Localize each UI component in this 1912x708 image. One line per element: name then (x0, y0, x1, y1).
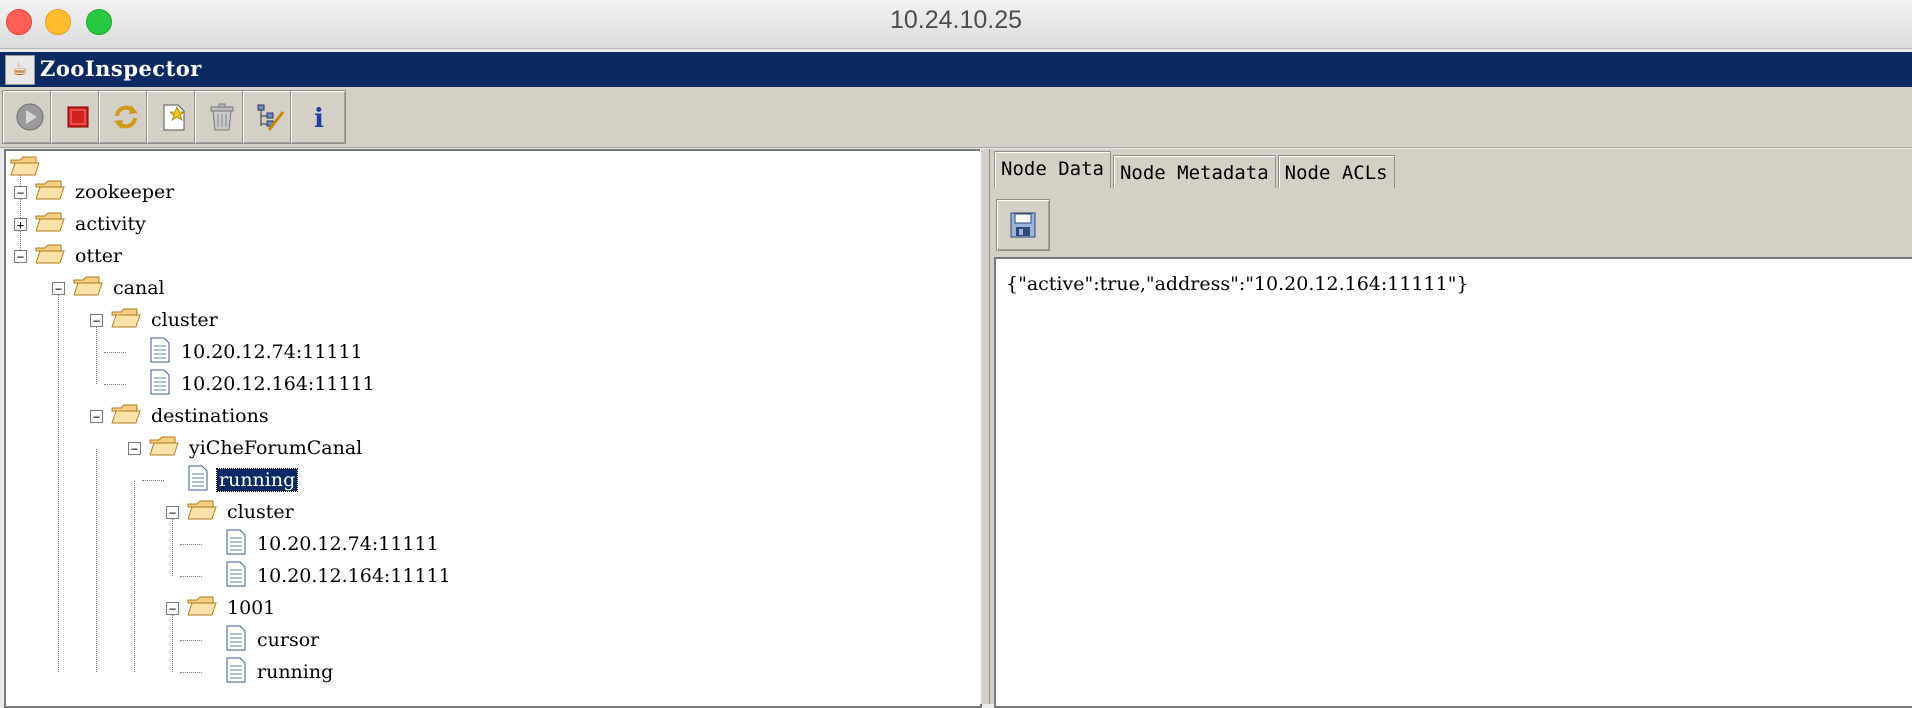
tree-folder-node[interactable]: + activity (14, 209, 148, 239)
tree-node-label: zookeeper (75, 181, 175, 203)
svg-text:i: i (314, 104, 324, 132)
tree-node-label: cluster (151, 309, 218, 331)
tree-folder-node[interactable]: − otter (14, 241, 124, 271)
tree-leaf-node[interactable]: 10.20.12.164:11111 (225, 561, 453, 591)
app-title: ZooInspector (40, 56, 202, 81)
document-icon (225, 561, 247, 591)
document-icon (225, 529, 247, 559)
folder-open-icon (111, 403, 141, 429)
node-data-editor[interactable]: {"active":true,"address":"10.20.12.164:1… (994, 257, 1912, 708)
tree-node-label: otter (75, 245, 123, 267)
expand-icon[interactable]: + (14, 217, 27, 231)
collapse-icon[interactable]: − (166, 505, 179, 519)
folder-open-icon (187, 595, 217, 621)
tree-connector (180, 544, 202, 545)
connect-icon (16, 103, 44, 131)
tree-node-label: 1001 (227, 597, 276, 619)
tree-leaf-node[interactable]: 10.20.12.164:11111 (149, 369, 377, 399)
node-viewer-tabs: Node Data Node Metadata Node ACLs (994, 151, 1397, 189)
tree-connector (180, 576, 202, 577)
folder-open-icon (35, 179, 65, 205)
tree-guide-line (96, 449, 97, 672)
tree-connector (104, 352, 126, 353)
tree-connector (104, 384, 126, 385)
tree-leaf-node[interactable]: running (187, 465, 299, 495)
folder-open-icon (73, 275, 103, 301)
tree-connector (142, 480, 164, 481)
tree-connector (180, 640, 202, 641)
tree-folder-node[interactable]: − zookeeper (14, 177, 176, 207)
window-title: 10.24.10.25 (889, 6, 1023, 34)
tree-leaf-node[interactable]: 10.20.12.74:11111 (225, 529, 441, 559)
tab-node-metadata[interactable]: Node Metadata (1112, 155, 1276, 188)
add-node-icon (163, 104, 186, 131)
refresh-icon (114, 105, 138, 129)
tab-node-data[interactable]: Node Data (994, 151, 1111, 188)
tree-node-label: 10.20.12.164:11111 (181, 373, 375, 395)
collapse-icon[interactable]: − (14, 185, 27, 199)
toolbar: i (0, 87, 1912, 148)
tree-node-label: 10.20.12.74:11111 (257, 533, 439, 555)
document-icon (149, 369, 171, 399)
window-titlebar: 10.24.10.25 (0, 0, 1912, 49)
tree-node-label: canal (113, 277, 165, 299)
tree-node-label: destinations (151, 405, 269, 427)
node-viewers-icon (257, 104, 285, 131)
collapse-icon[interactable]: − (90, 409, 103, 423)
tree-folder-node[interactable]: − destinations (90, 401, 271, 431)
delete-node-icon (210, 103, 234, 131)
about-button[interactable]: i (290, 90, 346, 144)
java-coffee-icon: ☕ (5, 55, 35, 85)
folder-open-icon (35, 211, 65, 237)
collapse-icon[interactable]: − (128, 441, 141, 455)
tree-node-label: 10.20.12.74:11111 (181, 341, 363, 363)
tree-leaf-node[interactable]: cursor (225, 625, 321, 655)
collapse-icon[interactable]: − (166, 601, 179, 615)
save-icon (1010, 212, 1036, 238)
node-viewer-pane: Node Data Node Metadata Node ACLs {"acti… (990, 149, 1912, 708)
app-titlebar: ☕ ZooInspector (0, 52, 1912, 87)
tree-leaf-node[interactable]: 10.20.12.74:11111 (149, 337, 365, 367)
document-icon (187, 465, 209, 495)
tree-node-label: running (215, 468, 299, 492)
tree-folder-node[interactable]: − yiCheForumCanal (128, 433, 364, 463)
document-icon (225, 625, 247, 655)
tree-leaf-node[interactable]: running (225, 657, 335, 687)
node-data-text: {"active":true,"address":"10.20.12.164:1… (1006, 273, 1469, 295)
tree-connector (180, 672, 202, 673)
folder-open-icon (111, 307, 141, 333)
collapse-icon[interactable]: − (52, 281, 65, 295)
folder-open-icon (35, 243, 65, 269)
disconnect-icon (67, 106, 89, 128)
tree-node-label: cluster (227, 501, 294, 523)
split-pane-divider[interactable] (980, 149, 990, 704)
tab-node-acls[interactable]: Node ACLs (1277, 155, 1395, 188)
folder-open-icon (149, 435, 179, 461)
tree-guide-line (58, 289, 59, 672)
save-button[interactable] (996, 199, 1050, 251)
tree-node-label: activity (75, 213, 146, 235)
folder-open-icon (187, 499, 217, 525)
tree-folder-node[interactable]: − cluster (166, 497, 296, 527)
about-icon: i (314, 104, 324, 132)
tree-guide-line (134, 481, 135, 672)
tree-folder-node[interactable]: − cluster (90, 305, 220, 335)
document-icon (225, 657, 247, 687)
tree-node-label: yiCheForumCanal (189, 437, 363, 459)
tree-node-label: cursor (257, 629, 320, 651)
tree-folder-node[interactable]: − 1001 (166, 593, 277, 623)
tree-node-label: running (257, 661, 334, 683)
document-icon (149, 337, 171, 367)
tree-folder-node[interactable]: − canal (52, 273, 167, 303)
tree-node-label: 10.20.12.164:11111 (257, 565, 451, 587)
collapse-icon[interactable]: − (14, 249, 27, 263)
collapse-icon[interactable]: − (90, 313, 103, 327)
node-tree[interactable]: − zookeeper + activity − otter − canal − cluster 1… (4, 149, 982, 708)
